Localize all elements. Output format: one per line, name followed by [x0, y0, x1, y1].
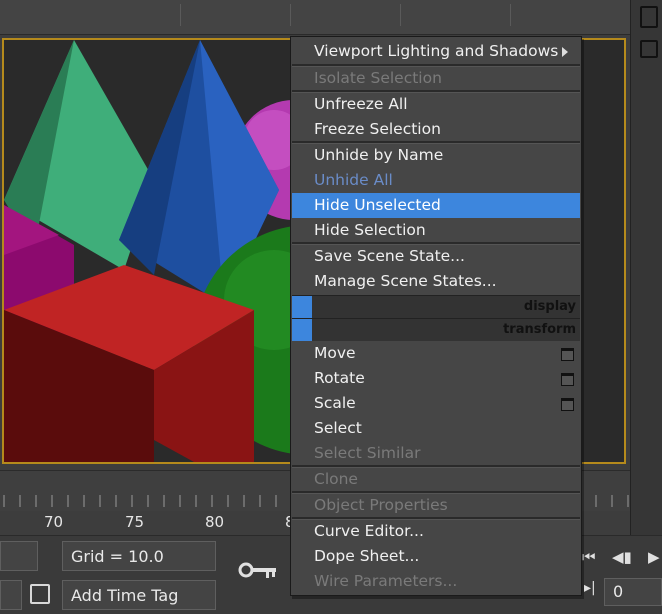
menu-item-scale[interactable]: Scale	[292, 391, 580, 416]
menu-item-select-similar: Select Similar	[314, 444, 421, 462]
quadrant-display[interactable]: display	[292, 295, 580, 318]
frame-label: 80	[205, 513, 225, 531]
menu-item-unfreeze-all[interactable]: Unfreeze All	[292, 92, 580, 117]
frame-label: 75	[125, 513, 145, 531]
toolbar-divider	[290, 4, 291, 26]
key-mode-icon[interactable]: ▸|	[584, 580, 596, 596]
settings-box-icon[interactable]	[561, 398, 574, 411]
settings-box-icon[interactable]	[561, 348, 574, 361]
menu-item-save-scene-state[interactable]: Save Scene State...	[292, 244, 580, 269]
toolbar-divider	[510, 4, 511, 26]
quadrant-label: display	[523, 299, 576, 314]
main-toolbar	[0, 0, 662, 35]
add-time-tag-button[interactable]: Add Time Tag	[62, 580, 216, 610]
quadrant-label: transform	[503, 322, 576, 337]
menu-item-dope-sheet[interactable]: Dope Sheet...	[292, 544, 580, 569]
menu-item-label: Viewport Lighting and Shadows	[314, 42, 559, 60]
coordinate-field[interactable]	[0, 541, 38, 571]
quadrant-transform[interactable]: transform	[292, 318, 580, 341]
panel-tool-icon[interactable]	[640, 6, 658, 28]
panel-tool-icon[interactable]	[640, 40, 658, 58]
go-to-start-icon[interactable]: ⏮	[582, 548, 596, 566]
menu-item-unhide-by-name[interactable]: Unhide by Name	[292, 143, 580, 168]
frame-label: 70	[44, 513, 64, 531]
current-frame-field[interactable]: 0	[604, 578, 662, 606]
submenu-arrow-icon	[562, 47, 568, 57]
menu-item-hide-unselected[interactable]: Hide Unselected	[292, 193, 580, 218]
menu-item-clone: Clone	[314, 470, 358, 488]
menu-item-label: Move	[314, 344, 356, 362]
menu-item-rotate[interactable]: Rotate	[292, 366, 580, 391]
toolbar-divider	[180, 4, 181, 26]
menu-item-label: Scale	[314, 394, 356, 412]
play-icon[interactable]: ▶	[648, 548, 660, 566]
status-field[interactable]	[0, 580, 22, 610]
quadrant-color-tab	[292, 296, 312, 318]
time-tag-lock-icon[interactable]	[30, 584, 50, 604]
grid-size-readout: Grid = 10.0	[62, 541, 216, 571]
quad-menu: Viewport Lighting and Shadows Isolate Se…	[290, 36, 582, 596]
menu-item-object-properties: Object Properties	[314, 496, 448, 514]
menu-item-isolate-selection: Isolate Selection	[314, 69, 442, 87]
menu-item-viewport-lighting[interactable]: Viewport Lighting and Shadows	[292, 39, 580, 64]
menu-item-freeze-selection[interactable]: Freeze Selection	[292, 117, 580, 142]
menu-item-hide-selection[interactable]: Hide Selection	[292, 218, 580, 243]
quadrant-color-tab	[292, 319, 312, 341]
key-icon[interactable]	[238, 558, 278, 582]
menu-item-manage-scene-states[interactable]: Manage Scene States...	[292, 269, 580, 294]
menu-item-curve-editor[interactable]: Curve Editor...	[292, 519, 580, 544]
settings-box-icon[interactable]	[561, 373, 574, 386]
previous-frame-icon[interactable]: ◀▮	[612, 548, 632, 566]
menu-item-wire-parameters: Wire Parameters...	[314, 572, 458, 590]
menu-item-unhide-all: Unhide All	[314, 171, 393, 189]
menu-item-label: Rotate	[314, 369, 365, 387]
toolbar-divider	[400, 4, 401, 26]
menu-item-select[interactable]: Select	[292, 416, 580, 441]
command-panel-edge	[630, 0, 662, 613]
menu-item-move[interactable]: Move	[292, 341, 580, 366]
